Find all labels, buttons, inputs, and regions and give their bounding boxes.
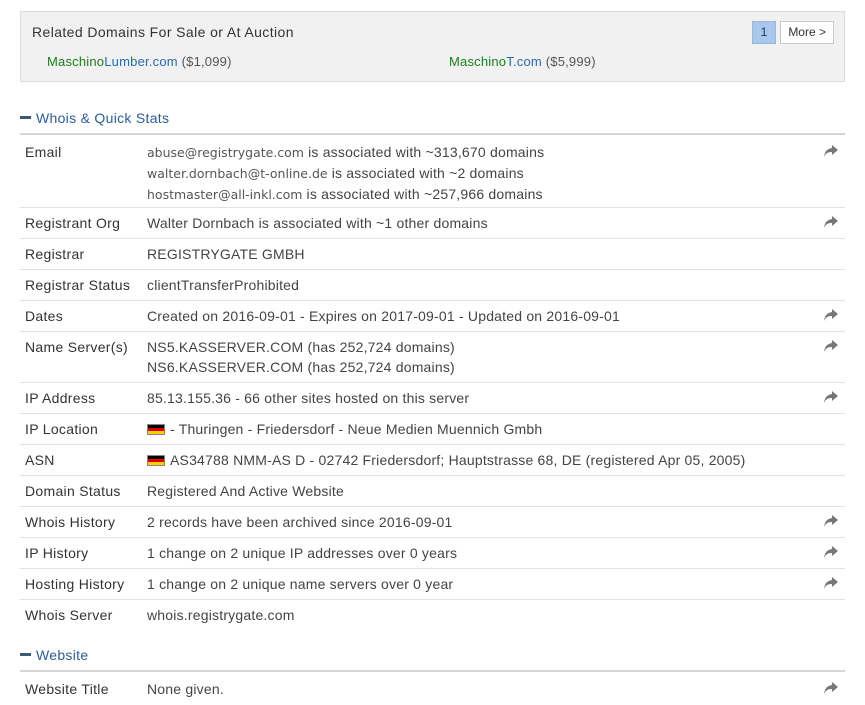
row-label: Hosting History xyxy=(25,576,125,592)
table-row: Registrar Status clientTransferProhibite… xyxy=(20,270,845,301)
share-arrow-icon[interactable] xyxy=(824,340,838,352)
minus-icon xyxy=(20,653,31,657)
section-title: Whois & Quick Stats xyxy=(36,110,170,126)
related-domains-title: Related Domains For Sale or At Auction xyxy=(32,24,294,40)
domain-name-part: Lumber.com xyxy=(104,54,178,69)
table-row: Name Server(s) NS5.KASSERVER.COM (has 25… xyxy=(20,332,845,383)
row-value: 2 records have been archived since 2016-… xyxy=(147,514,453,530)
table-row: ASN AS34788 NMM-AS D - 02742 Friedersdor… xyxy=(20,445,845,476)
table-row: Whois History 2 records have been archiv… xyxy=(20,507,845,538)
domain-price: ($5,999) xyxy=(545,54,596,69)
related-domains-panel: Related Domains For Sale or At Auction M… xyxy=(20,11,845,82)
section-title: Website xyxy=(36,647,89,663)
minus-icon xyxy=(20,116,31,120)
table-row: IP History 1 change on 2 unique IP addre… xyxy=(20,538,845,569)
row-value: whois.registrygate.com xyxy=(147,607,295,623)
row-label: Name Server(s) xyxy=(25,339,128,355)
table-row: Registrar REGISTRYGATE GMBH xyxy=(20,239,845,270)
row-value: 1 change on 2 unique name servers over 0… xyxy=(147,576,454,592)
row-value: - Thuringen - Friedersdorf - Neue Medien… xyxy=(147,414,845,444)
website-table: Website Title None given. xyxy=(20,674,845,705)
related-domain-link[interactable]: MaschinoT.com xyxy=(449,54,542,69)
name-server[interactable]: NS6.KASSERVER.COM (has 252,724 domains) xyxy=(147,357,845,377)
share-arrow-icon[interactable] xyxy=(824,391,838,403)
asn-text: AS34788 NMM-AS D - 02742 Friedersdorf; H… xyxy=(170,452,746,468)
row-value: Created on 2016-09-01 - Expires on 2017-… xyxy=(147,308,620,324)
row-label: Registrar xyxy=(25,246,85,262)
row-label: Registrar Status xyxy=(25,277,131,293)
email-count: is associated with ~313,670 domains xyxy=(304,144,545,160)
row-value: Registered And Active Website xyxy=(147,483,344,499)
row-value: Walter Dornbach is associated with ~1 ot… xyxy=(147,215,488,231)
row-value: 1 change on 2 unique IP addresses over 0… xyxy=(147,545,458,561)
table-row: IP Location - Thuringen - Friedersdorf -… xyxy=(20,414,845,445)
germany-flag-icon xyxy=(147,424,165,435)
germany-flag-icon xyxy=(147,455,165,466)
email-count: is associated with ~2 domains xyxy=(327,165,524,181)
share-arrow-icon[interactable] xyxy=(824,682,838,694)
share-arrow-icon[interactable] xyxy=(824,309,838,321)
row-label: IP Address xyxy=(25,390,96,406)
email-address[interactable]: hostmaster@all-inkl.com xyxy=(147,187,302,202)
row-label: Domain Status xyxy=(25,483,121,499)
website-section-header[interactable]: Website xyxy=(20,647,845,672)
related-domain-link[interactable]: MaschinoLumber.com xyxy=(47,54,178,69)
row-label: ASN xyxy=(25,452,55,468)
whois-section-header[interactable]: Whois & Quick Stats xyxy=(20,110,845,135)
table-row: Whois Server whois.registrygate.com xyxy=(20,600,845,631)
row-label: Dates xyxy=(25,308,64,324)
table-row: Website Title None given. xyxy=(20,674,845,705)
name-server[interactable]: NS5.KASSERVER.COM (has 252,724 domains) xyxy=(147,337,845,357)
page-1-button[interactable]: 1 xyxy=(751,21,777,44)
row-value: AS34788 NMM-AS D - 02742 Friedersdorf; H… xyxy=(147,445,845,475)
table-row: Dates Created on 2016-09-01 - Expires on… xyxy=(20,301,845,332)
domain-name-part: Maschino xyxy=(47,54,105,69)
row-label: IP History xyxy=(25,545,89,561)
pager: 1 More > xyxy=(751,21,834,44)
row-value: NS5.KASSERVER.COM (has 252,724 domains) … xyxy=(147,332,845,382)
domain-price: ($1,099) xyxy=(181,54,232,69)
table-row: Registrant Org Walter Dornbach is associ… xyxy=(20,208,845,239)
row-label: IP Location xyxy=(25,421,99,437)
row-value: None given. xyxy=(147,681,224,697)
row-label: Website Title xyxy=(25,681,109,697)
table-row: Domain Status Registered And Active Webs… xyxy=(20,476,845,507)
row-value: clientTransferProhibited xyxy=(147,277,300,293)
whois-table: Email abuse@registrygate.com is associat… xyxy=(20,137,845,631)
email-count: is associated with ~257,966 domains xyxy=(302,186,543,202)
row-label: Whois History xyxy=(25,514,116,530)
row-value: abuse@registrygate.com is associated wit… xyxy=(147,137,845,207)
row-label: Registrant Org xyxy=(25,215,121,231)
table-row: Email abuse@registrygate.com is associat… xyxy=(20,137,845,208)
ip-location-text: - Thuringen - Friedersdorf - Neue Medien… xyxy=(170,421,543,437)
row-label: Email xyxy=(25,144,62,160)
row-value: REGISTRYGATE GMBH xyxy=(147,246,305,262)
row-value: 85.13.155.36 - 66 other sites hosted on … xyxy=(147,390,470,406)
email-address[interactable]: walter.dornbach@t-online.de xyxy=(147,166,328,181)
row-label: Whois Server xyxy=(25,607,113,623)
domain-name-part: Maschino xyxy=(449,54,507,69)
table-row: Hosting History 1 change on 2 unique nam… xyxy=(20,569,845,600)
table-row: IP Address 85.13.155.36 - 66 other sites… xyxy=(20,383,845,414)
email-address[interactable]: abuse@registrygate.com xyxy=(147,145,304,160)
related-domain-item: MaschinoLumber.com ($1,099) xyxy=(47,54,232,69)
domain-name-part: T.com xyxy=(506,54,542,69)
more-button[interactable]: More > xyxy=(780,21,834,44)
share-arrow-icon[interactable] xyxy=(824,515,838,527)
related-domain-item: MaschinoT.com ($5,999) xyxy=(449,54,596,69)
share-arrow-icon[interactable] xyxy=(824,216,838,228)
share-arrow-icon[interactable] xyxy=(824,577,838,589)
share-arrow-icon[interactable] xyxy=(824,546,838,558)
share-arrow-icon[interactable] xyxy=(824,145,838,157)
